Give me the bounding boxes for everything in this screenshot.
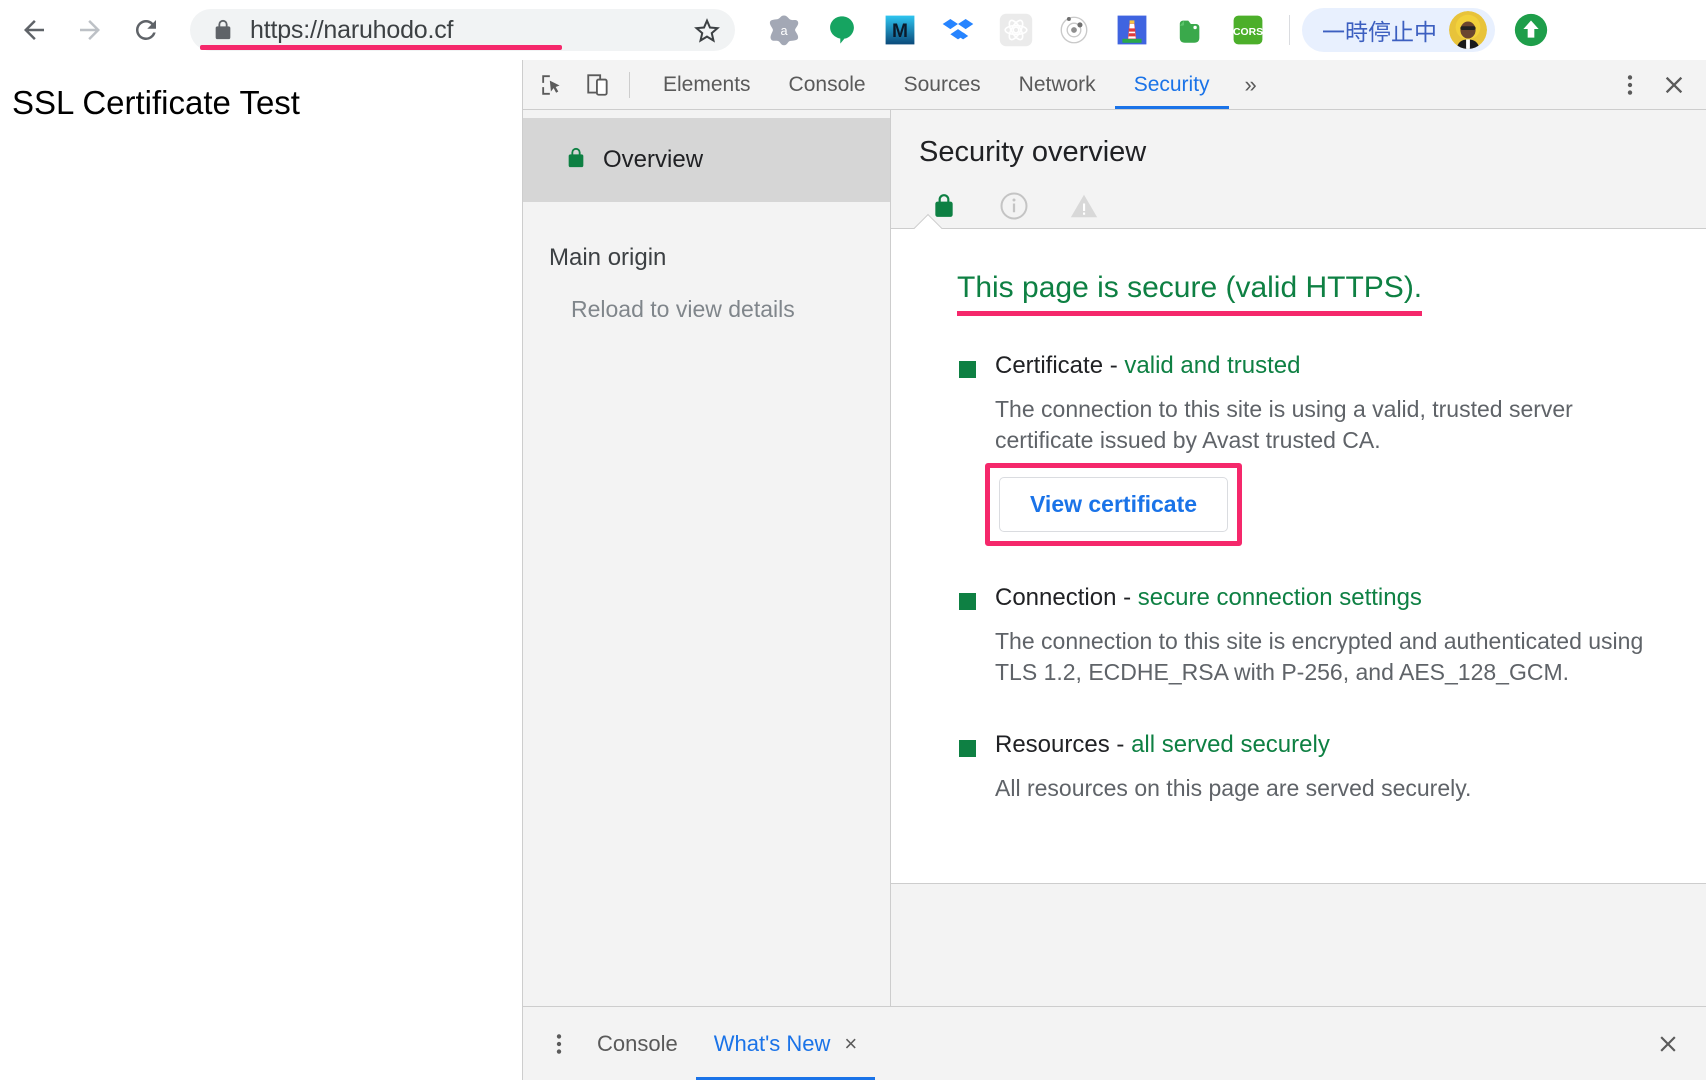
dropbox-extension-icon[interactable] — [936, 8, 980, 52]
address-bar-url: https://naruhodo.cf — [250, 15, 454, 44]
cors-extension-icon[interactable]: CORS — [1226, 8, 1270, 52]
avatar[interactable] — [1449, 11, 1487, 49]
security-block-resources: Resources - all served securely All reso… — [939, 731, 1658, 804]
tab-elements[interactable]: Elements — [644, 60, 770, 109]
toolbar-divider — [629, 71, 630, 98]
url-highlight-underline — [200, 45, 562, 50]
security-block-certificate: Certificate - valid and trusted The conn… — [939, 352, 1658, 547]
tab-security[interactable]: Security — [1114, 60, 1229, 109]
back-arrow-icon — [24, 20, 44, 40]
forward-button[interactable] — [68, 8, 112, 52]
status-square-icon — [959, 740, 976, 758]
browser-toolbar: https://naruhodo.cf a M CORS 一時停止中 — [0, 0, 1706, 60]
profile-button[interactable]: 一時停止中 — [1302, 8, 1495, 52]
react-devtools-extension-icon[interactable] — [994, 8, 1038, 52]
toolbar-divider — [1289, 15, 1290, 45]
devtools-toolbar-right — [1610, 61, 1706, 109]
more-tabs-icon[interactable]: » — [1229, 72, 1273, 98]
separator-dash: - — [1123, 584, 1138, 612]
resources-label: Resources — [995, 731, 1110, 759]
drawer-tab-console[interactable]: Console — [579, 1007, 696, 1080]
security-details-panel: This page is secure (valid HTTPS). Certi… — [891, 213, 1706, 884]
separator-dash: - — [1116, 731, 1132, 759]
profile-status-label: 一時停止中 — [1322, 19, 1437, 45]
lock-icon — [565, 145, 587, 176]
site-security-lock-icon[interactable] — [212, 17, 234, 43]
toggle-device-toolbar-icon[interactable] — [581, 68, 615, 102]
sidebar-group-main-origin: Main origin — [549, 244, 667, 271]
devtools-drawer: Console What's New × — [523, 1006, 1706, 1080]
connection-label: Connection — [995, 584, 1117, 612]
lock-icon — [929, 191, 959, 221]
view-certificate-highlight-box — [985, 463, 1243, 547]
sidebar-item-overview-label: Overview — [603, 146, 704, 173]
resources-status: all served securely — [1131, 731, 1330, 759]
forward-arrow-icon — [80, 20, 100, 40]
devtools-panel: Elements Console Sources Network Securit… — [522, 60, 1706, 1080]
security-block-connection-title: Connection - secure connection settings — [995, 584, 1658, 612]
drawer-kebab-icon[interactable] — [539, 1024, 579, 1064]
status-square-icon — [959, 361, 976, 378]
extension-toolbar: a M CORS — [755, 8, 1277, 52]
close-icon[interactable]: × — [844, 1031, 857, 1057]
security-state-icons — [929, 191, 1706, 221]
drawer-tab-whats-new[interactable]: What's New × — [695, 1007, 876, 1080]
security-block-connection: Connection - secure connection settings … — [939, 584, 1658, 687]
security-overview-title: Security overview — [919, 136, 1147, 168]
tab-sources[interactable]: Sources — [885, 60, 1000, 109]
security-sidebar: Overview Main origin Reload to view deta… — [523, 110, 891, 1006]
markdown-extension-icon[interactable]: M — [878, 8, 922, 52]
security-block-resources-title: Resources - all served securely — [995, 731, 1658, 759]
devtools-body: Overview Main origin Reload to view deta… — [523, 110, 1706, 1006]
certificate-status: valid and trusted — [1124, 352, 1301, 379]
svg-text:a: a — [780, 23, 788, 38]
reload-icon — [135, 19, 156, 40]
devtools-kebab-icon[interactable] — [1610, 65, 1650, 105]
tab-console[interactable]: Console — [770, 60, 885, 109]
green-bubble-extension-icon[interactable] — [820, 8, 864, 52]
devtools-tabbar: Elements Console Sources Network Securit… — [523, 60, 1706, 110]
info-icon — [999, 191, 1029, 221]
connection-status: secure connection settings — [1137, 584, 1422, 612]
drawer-close-icon[interactable] — [1648, 1024, 1688, 1064]
svg-text:CORS: CORS — [1233, 27, 1263, 38]
page-title: SSL Certificate Test — [12, 84, 300, 121]
update-chrome-button[interactable] — [1509, 8, 1553, 52]
security-block-connection-description: The connection to this site is encrypted… — [995, 628, 1644, 685]
sidebar-group-main-origin-subtitle: Reload to view details — [571, 296, 795, 322]
sidebar-item-overview[interactable]: Overview — [523, 118, 890, 202]
security-block-certificate-title: Certificate - valid and trusted — [995, 352, 1658, 380]
view-certificate-wrapper: View certificate — [985, 463, 1243, 547]
status-square-icon — [959, 593, 976, 611]
back-button[interactable] — [12, 8, 56, 52]
upload-arrow-icon — [1514, 13, 1548, 47]
svg-text:M: M — [892, 21, 908, 42]
bookmark-star-icon[interactable] — [689, 12, 725, 48]
security-headline: This page is secure (valid HTTPS). — [957, 271, 1423, 316]
security-overview-header: Security overview — [891, 110, 1706, 221]
evernote-extension-icon[interactable] — [1168, 8, 1212, 52]
lighthouse-extension-icon[interactable] — [1110, 8, 1154, 52]
security-block-resources-description: All resources on this page are served se… — [995, 775, 1472, 802]
orbit-extension-icon[interactable] — [1052, 8, 1096, 52]
inspect-element-icon[interactable] — [535, 68, 569, 102]
devtools-close-icon[interactable] — [1650, 61, 1698, 109]
warning-triangle-icon — [1069, 191, 1099, 221]
tab-network[interactable]: Network — [1000, 60, 1115, 109]
drawer-tab-whats-new-label: What's New — [713, 1030, 831, 1056]
reload-button[interactable] — [124, 8, 168, 52]
avast-extension-icon[interactable]: a — [762, 8, 806, 52]
security-block-certificate-description: The connection to this site is using a v… — [995, 396, 1573, 453]
security-main: Security overview This page is secure (v… — [891, 110, 1706, 1006]
web-page-viewport: SSL Certificate Test — [0, 60, 522, 1080]
certificate-label: Certificate — [995, 352, 1104, 379]
separator-dash: - — [1109, 352, 1125, 379]
